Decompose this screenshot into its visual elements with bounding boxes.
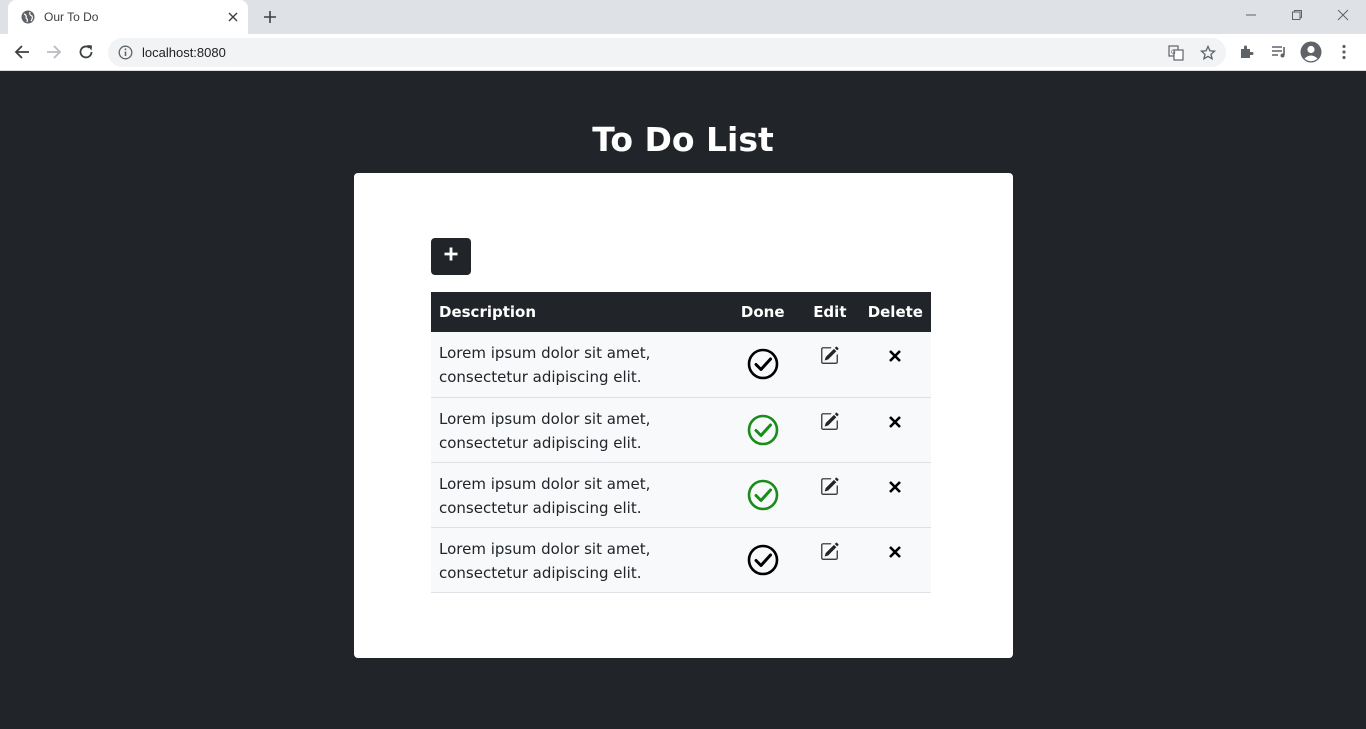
close-tab-icon[interactable] [225, 9, 241, 25]
profile-avatar-icon[interactable] [1300, 41, 1322, 63]
todo-description: Lorem ipsum dolor sit amet, consectetur … [439, 539, 651, 582]
table-row: Lorem ipsum dolor sit amet, consectetur … [431, 332, 931, 397]
pencil-square-icon[interactable] [820, 346, 839, 365]
bookmark-star-icon[interactable] [1199, 44, 1217, 62]
browser-tab-strip: Our To Do [0, 0, 1366, 34]
forward-icon[interactable] [42, 40, 66, 64]
x-icon[interactable] [888, 545, 902, 559]
reload-icon[interactable] [74, 40, 98, 64]
globe-icon [21, 10, 35, 24]
address-bar[interactable]: localhost:8080 G [108, 38, 1226, 67]
browser-tab[interactable]: Our To Do [8, 0, 248, 34]
todo-description: Lorem ipsum dolor sit amet, consectetur … [439, 474, 651, 517]
pencil-square-icon[interactable] [820, 542, 839, 561]
check-circle-icon[interactable] [747, 348, 779, 380]
check-circle-icon[interactable] [747, 479, 779, 511]
back-icon[interactable] [10, 40, 34, 64]
media-queue-icon[interactable] [1268, 41, 1290, 63]
check-circle-icon[interactable] [747, 544, 779, 576]
add-todo-button[interactable] [431, 238, 471, 275]
check-circle-icon[interactable] [747, 414, 779, 446]
pencil-square-icon[interactable] [820, 412, 839, 431]
extensions-icon[interactable] [1236, 41, 1258, 63]
restore-icon[interactable] [1283, 4, 1311, 26]
page-title: To Do List [592, 120, 774, 159]
todo-description: Lorem ipsum dolor sit amet, consectetur … [439, 344, 651, 386]
table-row: Lorem ipsum dolor sit amet, consectetur … [431, 397, 931, 462]
minimize-icon[interactable] [1237, 4, 1265, 26]
x-icon[interactable] [888, 415, 902, 429]
plus-icon [443, 246, 459, 267]
table-row: Lorem ipsum dolor sit amet, consectetur … [431, 462, 931, 527]
todo-table: Description Done Edit Delete Lorem ipsum… [431, 292, 931, 593]
url-text: localhost:8080 [142, 45, 226, 60]
tab-title: Our To Do [44, 10, 99, 24]
table-header-row: Description Done Edit Delete [431, 292, 931, 332]
menu-kebab-icon[interactable] [1333, 41, 1355, 63]
pencil-square-icon[interactable] [820, 477, 839, 496]
close-window-icon[interactable] [1329, 4, 1357, 26]
browser-toolbar: localhost:8080 G [0, 34, 1366, 71]
info-icon[interactable] [118, 45, 133, 60]
todo-description: Lorem ipsum dolor sit amet, consectetur … [439, 409, 651, 452]
new-tab-icon[interactable] [259, 6, 281, 28]
column-header-done: Done [740, 303, 785, 321]
column-header-edit: Edit [813, 303, 847, 321]
column-header-delete: Delete [867, 303, 923, 321]
column-header-description: Description [439, 303, 537, 321]
x-icon[interactable] [888, 480, 902, 494]
todo-card: Description Done Edit Delete Lorem ipsum… [354, 173, 1013, 658]
x-icon[interactable] [888, 349, 902, 363]
svg-text:G: G [1171, 49, 1176, 56]
table-row: Lorem ipsum dolor sit amet, consectetur … [431, 527, 931, 592]
translate-icon[interactable]: G [1167, 44, 1185, 62]
